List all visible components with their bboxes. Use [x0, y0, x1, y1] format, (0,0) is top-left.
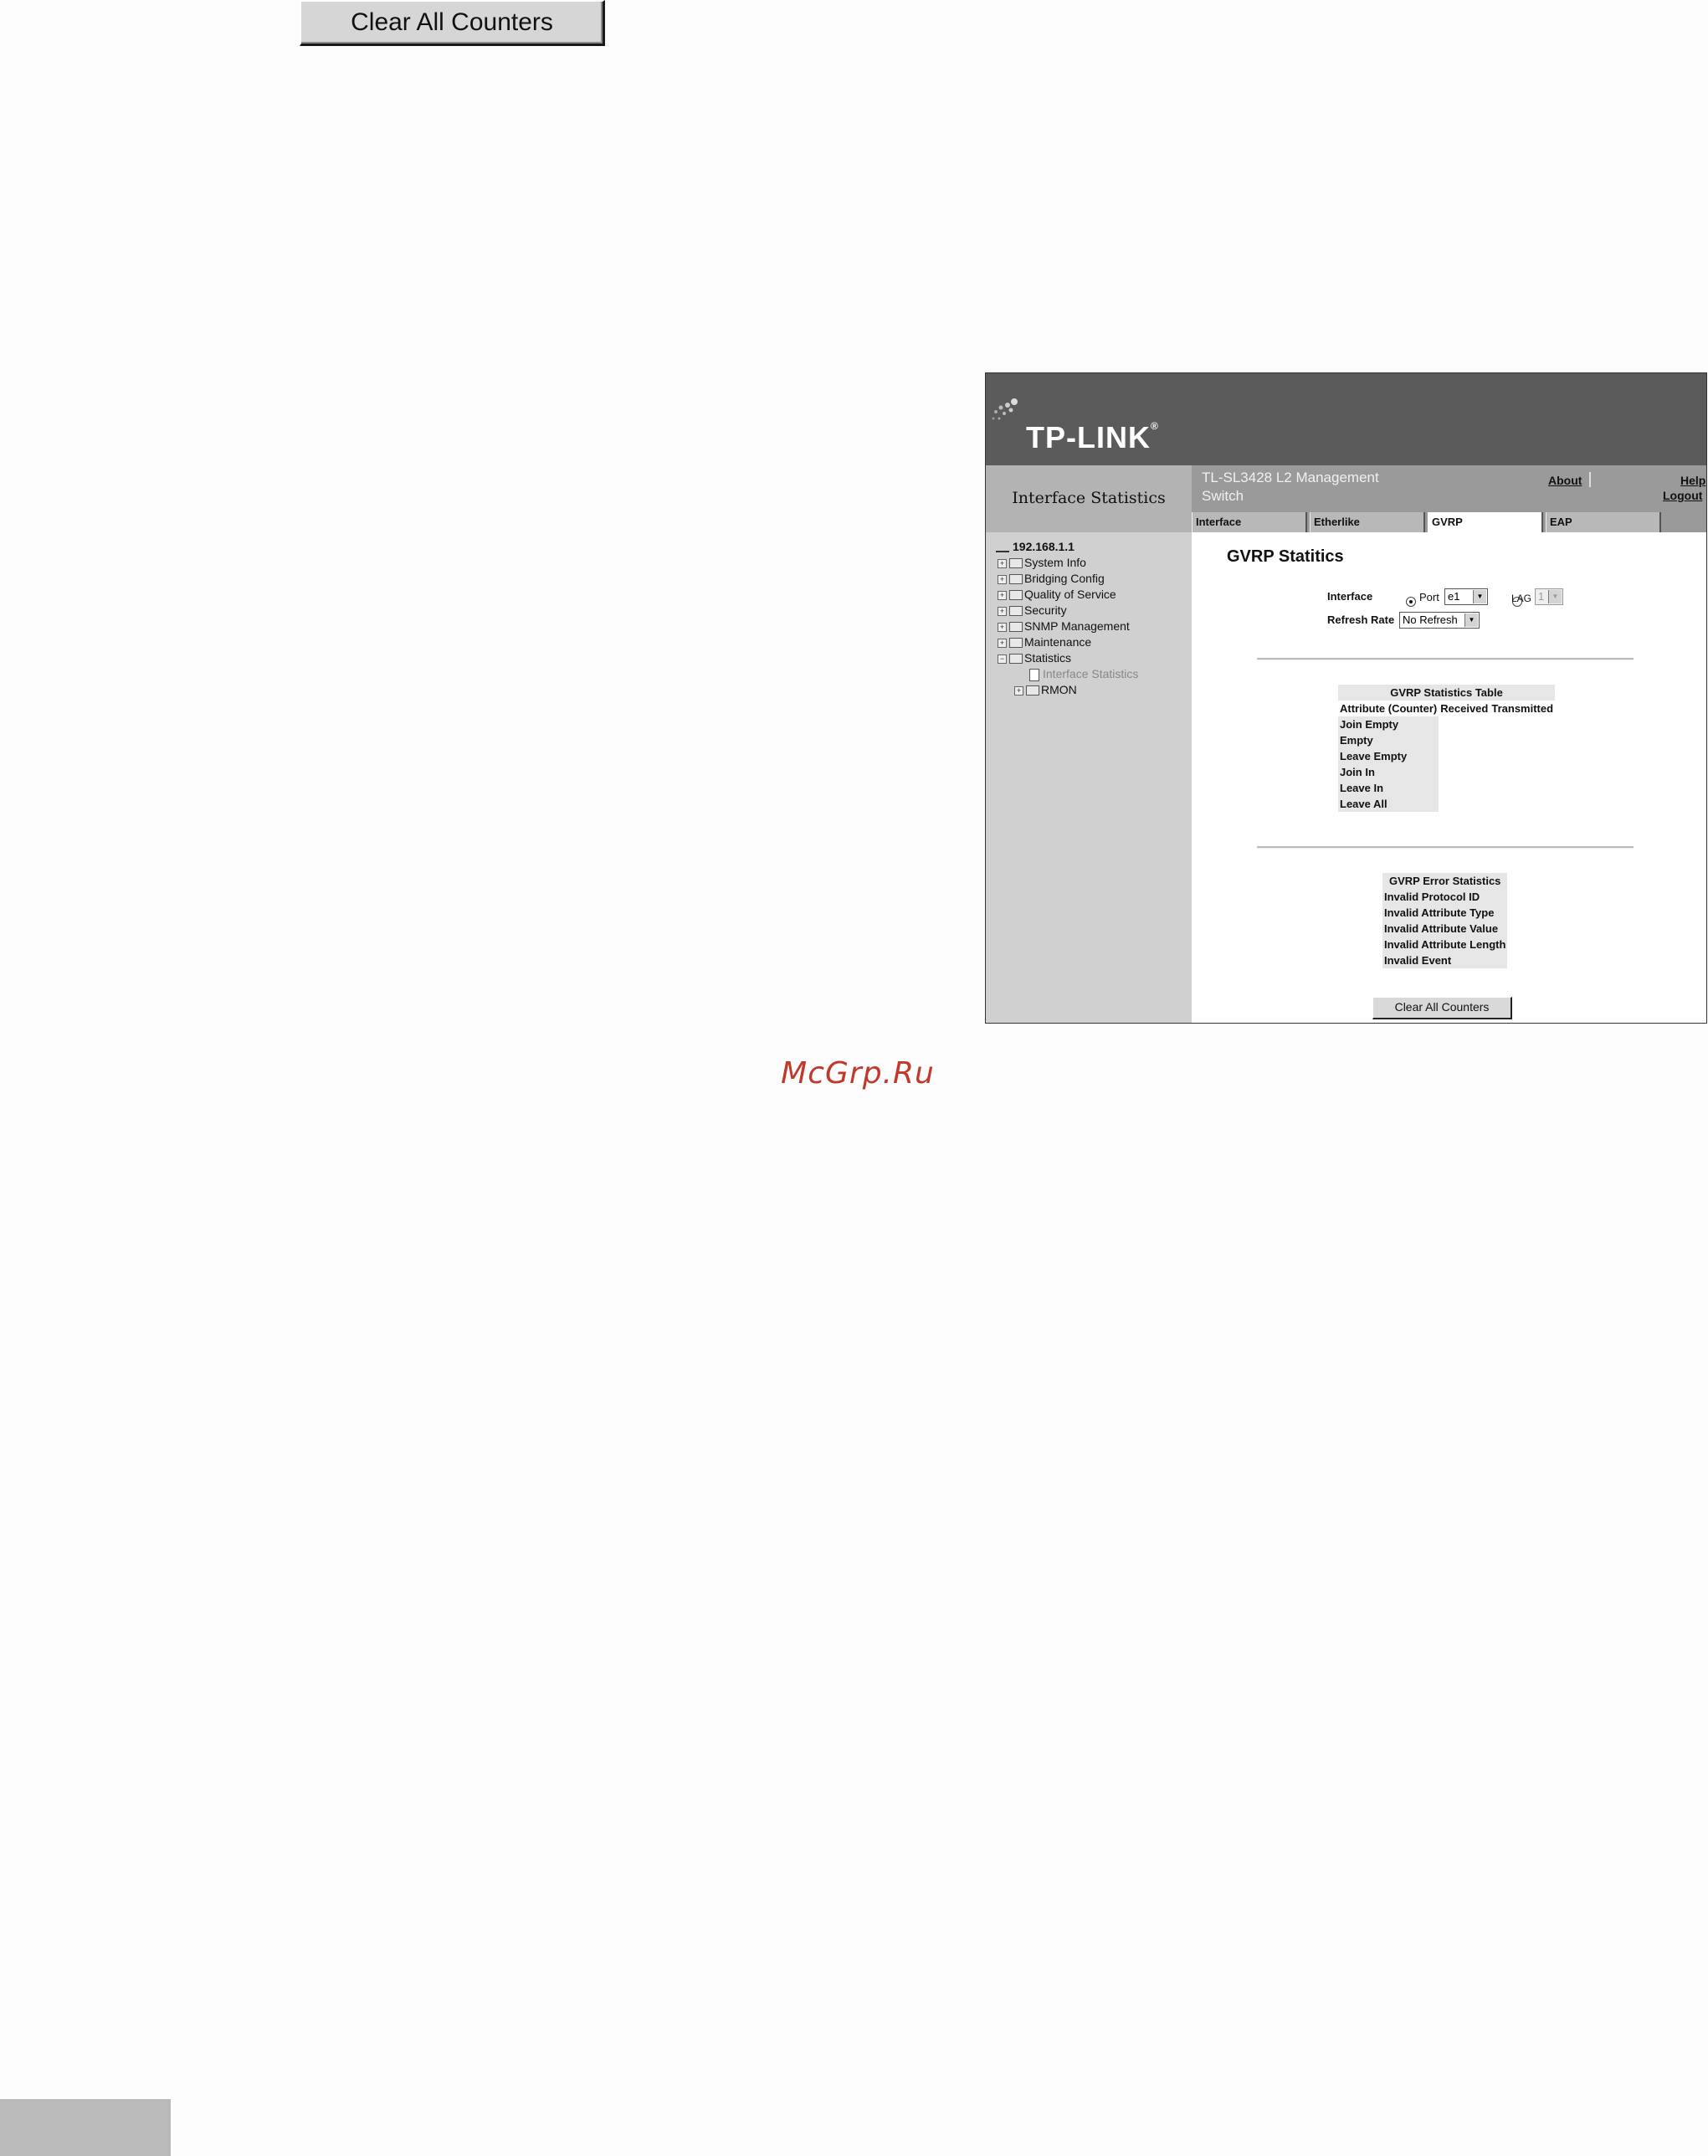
tree-item-bridging-config[interactable]: + Bridging Config — [996, 571, 1138, 587]
table-caption: GVRP Statistics Table — [1338, 685, 1556, 701]
table-row: Invalid Attribute Type — [1382, 905, 1508, 921]
page-footer-block — [0, 2099, 171, 2156]
section-caption: Interface Statistics — [1012, 489, 1166, 507]
tree-item-system-info[interactable]: + System Info — [996, 555, 1138, 571]
logout-link[interactable]: Logout — [1663, 489, 1702, 502]
row-label: Invalid Attribute Length — [1382, 937, 1508, 952]
folder-open-icon — [1009, 654, 1023, 665]
tree-item-snmp-management[interactable]: + SNMP Management — [996, 619, 1138, 634]
tab-gvrp[interactable]: GVRP — [1428, 512, 1543, 532]
tree-item-quality-of-service[interactable]: + Quality of Service — [996, 587, 1138, 603]
tree-item-interface-statistics[interactable]: Interface Statistics — [996, 666, 1138, 682]
refresh-rate-label: Refresh Rate — [1327, 613, 1395, 626]
table-row: Leave All — [1338, 796, 1555, 812]
device-name: TL-SL3428 L2 Management Switch — [1202, 470, 1379, 504]
table-caption: GVRP Error Statistics — [1382, 873, 1508, 889]
table-row: Leave Empty — [1338, 748, 1555, 764]
table-row: Join Empty — [1338, 716, 1555, 732]
expand-icon[interactable]: + — [998, 622, 1007, 632]
table-row: Invalid Event — [1382, 952, 1508, 968]
tab-etherlike[interactable]: Etherlike — [1310, 512, 1425, 532]
table-row: Invalid Attribute Value — [1382, 921, 1508, 937]
main-content: GVRP Statitics Interface Port e1 ▼ LAG 1… — [1192, 532, 1706, 1023]
switch-web-ui-window: TP-LINK® Interface Statistics TL-SL3428 … — [985, 372, 1707, 1024]
interface-label: Interface — [1327, 590, 1373, 603]
expand-icon[interactable]: + — [998, 606, 1007, 616]
folder-icon — [1009, 574, 1023, 585]
clear-all-counters-button[interactable]: Clear All Counters — [1372, 997, 1512, 1019]
tab-interface[interactable]: Interface — [1192, 512, 1307, 532]
table-row: Empty — [1338, 732, 1555, 748]
lag-label: LAG — [1511, 593, 1532, 604]
chevron-down-icon: ▼ — [1473, 590, 1486, 603]
row-label: Invalid Attribute Value — [1382, 921, 1508, 937]
row-label: Leave All — [1338, 796, 1439, 812]
page-icon — [1029, 668, 1039, 681]
divider — [1257, 658, 1634, 660]
port-label: Port — [1419, 591, 1439, 603]
refresh-rate-select[interactable]: No Refresh ▼ — [1399, 612, 1480, 629]
table-row: Invalid Protocol ID — [1382, 889, 1508, 905]
column-header: Transmitted — [1491, 702, 1554, 715]
collapse-icon[interactable]: − — [998, 654, 1007, 664]
column-header: Attribute (Counter) — [1340, 702, 1438, 715]
expand-icon[interactable]: + — [1014, 685, 1023, 696]
expand-icon[interactable]: + — [998, 574, 1007, 584]
expand-icon[interactable]: + — [998, 558, 1007, 568]
row-label: Leave In — [1338, 780, 1439, 796]
table-row: Invalid Attribute Length — [1382, 937, 1508, 952]
folder-icon — [1009, 590, 1023, 601]
brand-logo: TP-LINK® — [1026, 420, 1159, 454]
tree-item-security[interactable]: + Security — [996, 603, 1138, 619]
chevron-down-icon: ▼ — [1464, 613, 1478, 627]
header-banner: TP-LINK® — [986, 373, 1706, 465]
folder-icon — [1009, 622, 1023, 633]
row-label: Join Empty — [1338, 716, 1439, 732]
expand-icon[interactable]: + — [998, 638, 1007, 648]
link-divider — [1589, 472, 1591, 487]
gvrp-statistics-table: GVRP Statistics Table Attribute (Counter… — [1338, 685, 1556, 812]
top-bar: TL-SL3428 L2 Management Switch About Hel… — [1192, 465, 1706, 532]
expand-icon[interactable]: + — [998, 590, 1007, 600]
row-label: Leave Empty — [1338, 748, 1439, 764]
row-label: Join In — [1338, 764, 1439, 780]
page-title: GVRP Statitics — [1227, 547, 1344, 566]
row-label: Empty — [1338, 732, 1439, 748]
row-label: Invalid Attribute Type — [1382, 905, 1508, 921]
folder-icon — [1009, 606, 1023, 617]
lag-select[interactable]: 1 ▼ — [1535, 588, 1563, 605]
row-label: Invalid Protocol ID — [1382, 889, 1508, 905]
tab-eap[interactable]: EAP — [1546, 512, 1661, 532]
clear-all-counters-button-large[interactable]: Clear All Counters — [300, 0, 605, 46]
help-link[interactable]: Help — [1680, 474, 1705, 487]
column-header: Received — [1440, 702, 1489, 715]
tree-item-rmon[interactable]: + RMON — [996, 682, 1138, 698]
network-icon — [996, 542, 1009, 553]
folder-icon — [1009, 638, 1023, 649]
tree-item-statistics[interactable]: − Statistics — [996, 650, 1138, 666]
divider — [1257, 846, 1634, 849]
port-select[interactable]: e1 ▼ — [1444, 588, 1488, 605]
table-row: Join In — [1338, 764, 1555, 780]
folder-icon — [1009, 558, 1023, 569]
watermark: McGrp.Ru — [781, 1056, 935, 1091]
row-label: Invalid Event — [1382, 952, 1508, 968]
folder-icon — [1026, 685, 1039, 696]
tree-root[interactable]: 192.168.1.1 — [996, 539, 1138, 555]
tree-item-maintenance[interactable]: + Maintenance — [996, 634, 1138, 650]
table-row: Leave In — [1338, 780, 1555, 796]
gvrp-error-statistics-table: GVRP Error Statistics Invalid Protocol I… — [1382, 873, 1508, 968]
chevron-down-icon: ▼ — [1548, 590, 1562, 603]
tp-link-logo-icon — [992, 398, 1018, 420]
port-radio[interactable] — [1406, 596, 1416, 607]
about-link[interactable]: About — [1548, 474, 1582, 487]
sidebar-tree: 192.168.1.1 + System Info + Bridging Confi… — [986, 532, 1192, 1023]
